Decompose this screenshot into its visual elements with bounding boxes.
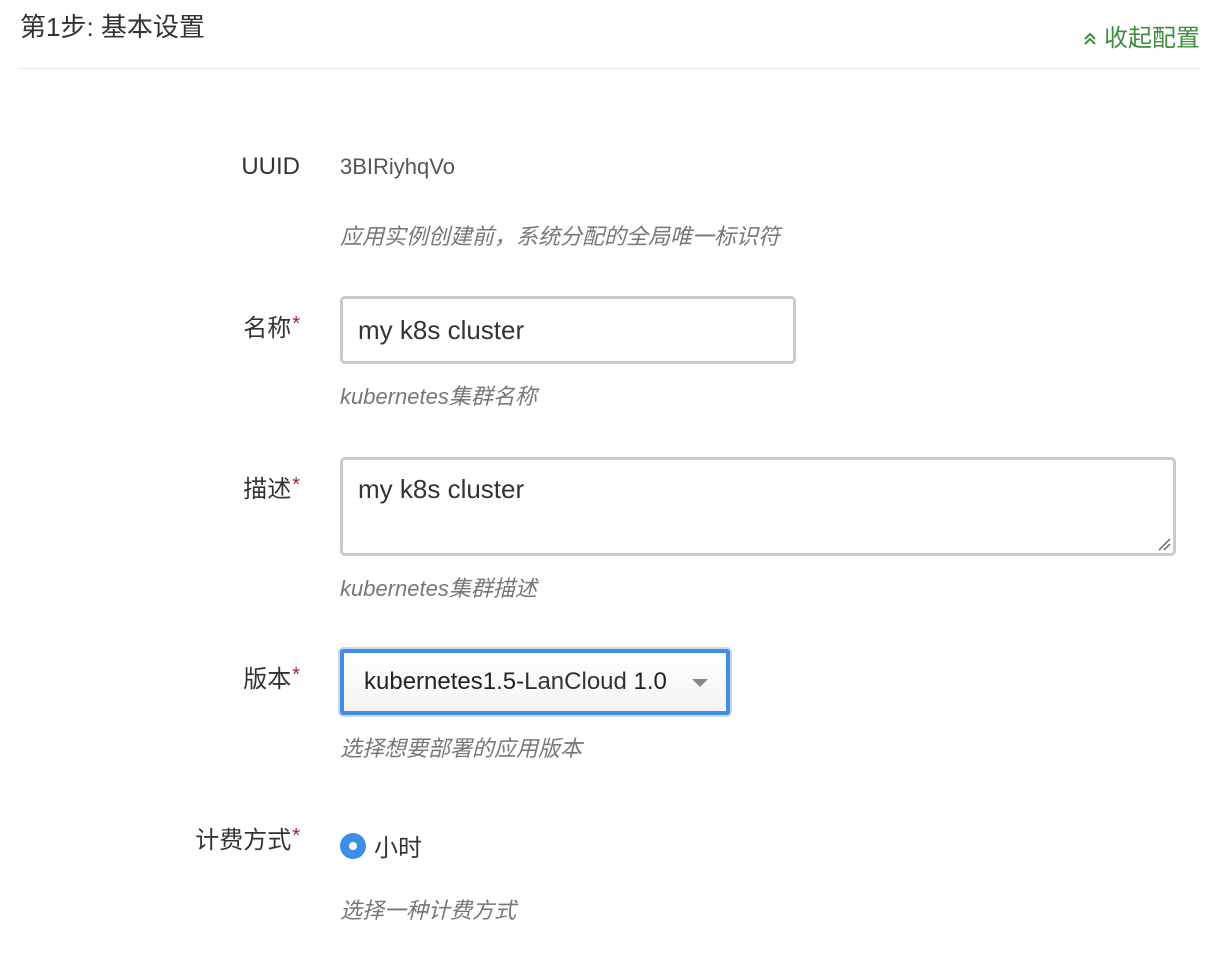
description-label-text: 描述	[243, 476, 292, 503]
radio-button[interactable]	[340, 832, 366, 859]
version-selected-value: kubernetes1.5-LanCloud 1.0	[364, 666, 667, 698]
collapse-config-label: 收起配置	[1104, 25, 1200, 52]
radio-selected-dot	[349, 841, 357, 850]
description-label: 描述*	[243, 474, 300, 506]
section-header: 第1步: 基本设置 收起配置	[20, 0, 1200, 69]
uuid-help: 应用实例创建前，系统分配的全局唯一标识符	[340, 224, 781, 249]
uuid-label: UUID	[241, 152, 300, 182]
version-prefix: kubernetes1.5-	[364, 668, 525, 695]
caret-down-icon	[692, 679, 708, 687]
billing-option-hourly[interactable]: 小时	[340, 828, 422, 863]
resize-grip-icon[interactable]	[1157, 537, 1171, 551]
billing-label-text: 计费方式	[195, 827, 292, 854]
uuid-label-text: UUID	[241, 153, 300, 180]
billing-help: 选择一种计费方式	[340, 898, 517, 923]
billing-label: 计费方式*	[195, 825, 300, 857]
billing-option-label: 小时	[374, 835, 422, 862]
description-row: 描述* my k8s cluster	[0, 457, 1232, 556]
name-field	[340, 296, 796, 364]
name-label: 名称*	[243, 313, 300, 345]
version-brand: LanCloud	[524, 668, 627, 695]
description-help: kubernetes集群描述	[340, 576, 537, 601]
section-title: 第1步: 基本设置	[20, 12, 205, 42]
double-chevron-up-icon	[1084, 32, 1096, 45]
description-textarea[interactable]: my k8s cluster	[340, 457, 1176, 556]
name-label-text: 名称	[243, 315, 292, 342]
required-mark: *	[292, 664, 300, 686]
name-input[interactable]	[340, 296, 796, 364]
required-mark: *	[292, 313, 300, 335]
uuid-value: 3BIRiyhqVo	[340, 154, 455, 179]
name-help: kubernetes集群名称	[340, 384, 537, 409]
required-mark: *	[292, 825, 300, 847]
version-label-text: 版本	[243, 666, 292, 693]
description-field: my k8s cluster	[340, 457, 1176, 556]
version-help: 选择想要部署的应用版本	[340, 736, 583, 761]
collapse-config-link[interactable]: 收起配置	[1082, 23, 1200, 55]
version-suffix: 1.0	[626, 668, 667, 695]
version-select[interactable]: kubernetes1.5-LanCloud 1.0	[340, 649, 730, 715]
required-mark: *	[292, 474, 300, 496]
version-label: 版本*	[243, 664, 300, 696]
version-field: kubernetes1.5-LanCloud 1.0	[340, 649, 730, 715]
